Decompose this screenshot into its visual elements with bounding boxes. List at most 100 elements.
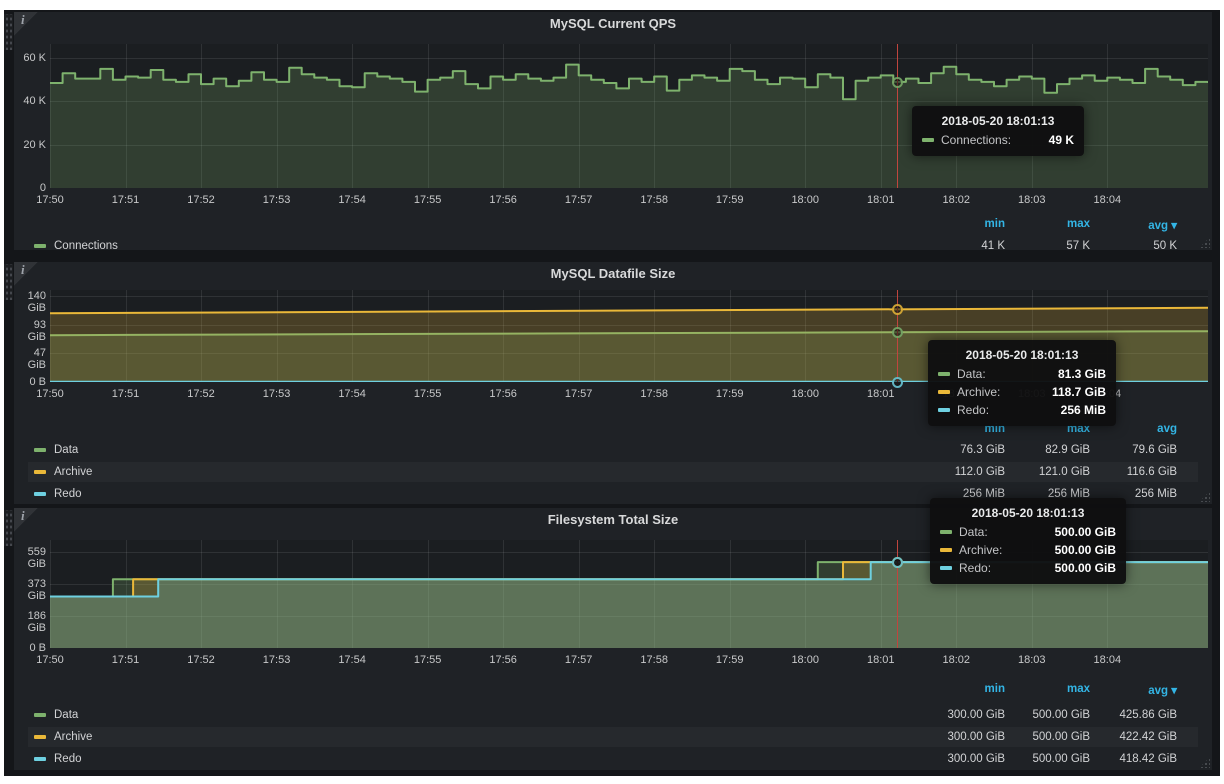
legend-series-name[interactable]: Redo <box>54 749 82 769</box>
x-axis-tick-label: 18:00 <box>783 194 827 206</box>
x-axis-tick-label: 17:59 <box>708 654 752 666</box>
y-axis-tick-label: 0 B <box>14 642 46 654</box>
x-axis-tick-label: 17:52 <box>179 654 223 666</box>
series-color-dash <box>940 548 952 552</box>
series-color-dash[interactable] <box>34 713 46 717</box>
series-color-dash[interactable] <box>34 735 46 739</box>
x-axis-tick-label: 17:58 <box>632 388 676 400</box>
legend-stat-value: 82.9 GiB <box>1000 440 1090 460</box>
x-axis-tick-label: 17:52 <box>179 194 223 206</box>
panel-resize-handle[interactable] <box>1199 757 1210 768</box>
y-axis-tick-label: 40 K <box>14 95 46 107</box>
legend-row: Redo300.00 GiB500.00 GiB418.42 GiB <box>28 749 1198 769</box>
legend-stat-value: 79.6 GiB <box>1087 440 1177 460</box>
panel-title[interactable]: MySQL Current QPS <box>14 16 1212 31</box>
x-axis-tick-label: 17:50 <box>28 388 72 400</box>
tooltip-series-value: 500.00 GiB <box>1039 525 1116 539</box>
row-drag-handle[interactable] <box>4 264 13 300</box>
series-color-dash[interactable] <box>34 448 46 452</box>
x-axis-tick-label: 17:54 <box>330 654 374 666</box>
hover-point-ring <box>892 377 903 388</box>
y-axis-tick-label: 60 K <box>14 52 46 64</box>
x-axis-tick-label: 18:02 <box>934 194 978 206</box>
legend-column-avg-sort[interactable]: avg ▾ <box>1087 218 1177 232</box>
legend-stat-value: 121.0 GiB <box>1000 462 1090 482</box>
series-color-dash[interactable] <box>34 470 46 474</box>
tooltip-series-value: 500.00 GiB <box>1039 561 1116 575</box>
x-axis-tick-label: 18:02 <box>934 654 978 666</box>
series-color-dash <box>922 138 934 142</box>
legend-series-name[interactable]: Connections <box>54 236 118 256</box>
y-axis-tick-label: 559 GiB <box>14 546 46 570</box>
legend-row: Archive112.0 GiB121.0 GiB116.6 GiB <box>28 462 1198 482</box>
legend-series-name[interactable]: Archive <box>54 462 92 482</box>
x-axis-tick-label: 17:50 <box>28 194 72 206</box>
x-axis-tick-label: 17:58 <box>632 194 676 206</box>
legend-column-avg-sort[interactable]: avg ▾ <box>1087 683 1177 697</box>
panel-title[interactable]: MySQL Datafile Size <box>14 266 1212 281</box>
legend-series-name[interactable]: Archive <box>54 727 92 747</box>
tooltip-row: Redo: 256 MiB <box>938 403 1106 417</box>
legend-stat-value: 116.6 GiB <box>1087 462 1177 482</box>
legend-column-max[interactable]: max <box>1000 683 1090 695</box>
tooltip-series-value: 256 MiB <box>1045 403 1106 417</box>
series-color-dash <box>938 408 950 412</box>
series-color-dash[interactable] <box>34 757 46 761</box>
panel-resize-handle[interactable] <box>1199 237 1210 248</box>
x-axis-tick-label: 17:57 <box>557 194 601 206</box>
grafana-dashboard: i MySQL Current QPS 020 K40 K60 K17:5017… <box>4 10 1220 776</box>
legend-column-min[interactable]: min <box>915 683 1005 695</box>
panel-resize-handle[interactable] <box>1199 491 1210 502</box>
legend-row: Data76.3 GiB82.9 GiB79.6 GiB <box>28 440 1198 460</box>
tooltip-series-value: 500.00 GiB <box>1039 543 1116 557</box>
tooltip-series-value: 118.7 GiB <box>1036 385 1106 399</box>
panel-info-icon[interactable]: i <box>14 508 40 534</box>
x-axis-tick-label: 17:53 <box>255 194 299 206</box>
tooltip-row: Data: 500.00 GiB <box>940 525 1116 539</box>
legend-stat-value: 50 K <box>1087 236 1177 256</box>
x-axis-tick-label: 17:55 <box>406 194 450 206</box>
x-axis-tick-label: 17:55 <box>406 654 450 666</box>
legend-row: Connections41 K57 K50 K <box>28 236 1198 256</box>
y-axis-tick-label: 0 B <box>14 376 46 388</box>
row-drag-handle[interactable] <box>4 510 13 546</box>
tooltip-row: Redo: 500.00 GiB <box>940 561 1116 575</box>
legend-stat-value: 500.00 GiB <box>1000 727 1090 747</box>
x-axis-tick-label: 18:01 <box>859 194 903 206</box>
legend-series-name[interactable]: Data <box>54 705 78 725</box>
screenshot-frame: i MySQL Current QPS 020 K40 K60 K17:5017… <box>0 0 1224 784</box>
legend-column-max[interactable]: max <box>1000 218 1090 230</box>
x-axis-tick-label: 18:00 <box>783 388 827 400</box>
legend-column-min[interactable]: min <box>915 218 1005 230</box>
panel-info-icon[interactable]: i <box>14 262 40 288</box>
x-axis-tick-label: 18:03 <box>1010 194 1054 206</box>
x-axis-tick-label: 17:54 <box>330 194 374 206</box>
legend-series-name[interactable]: Redo <box>54 484 82 504</box>
series-color-dash <box>940 566 952 570</box>
x-axis-tick-label: 17:52 <box>179 388 223 400</box>
tooltip-series-label: Redo: <box>959 561 991 575</box>
legend-stat-value: 500.00 GiB <box>1000 705 1090 725</box>
legend-stat-value: 300.00 GiB <box>915 705 1005 725</box>
series-color-dash[interactable] <box>34 492 46 496</box>
legend-stat-value: 57 K <box>1000 236 1090 256</box>
tooltip-series-label: Archive: <box>957 385 1000 399</box>
tooltip-row: Archive: 118.7 GiB <box>938 385 1106 399</box>
series-color-dash[interactable] <box>34 244 46 248</box>
legend-stat-value: 300.00 GiB <box>915 749 1005 769</box>
tooltip-series-label: Data: <box>957 367 986 381</box>
x-axis-tick-label: 17:58 <box>632 654 676 666</box>
series-color-dash <box>938 372 950 376</box>
tooltip-row: Archive: 500.00 GiB <box>940 543 1116 557</box>
row-drag-handle[interactable] <box>4 14 13 50</box>
x-axis-tick-label: 17:53 <box>255 654 299 666</box>
legend-stat-value: 500.00 GiB <box>1000 749 1090 769</box>
tooltip-series-value: 49 K <box>1033 133 1074 147</box>
legend-series-name[interactable]: Data <box>54 440 78 460</box>
x-axis-tick-label: 18:04 <box>1085 654 1129 666</box>
panel-info-icon[interactable]: i <box>14 12 40 38</box>
y-axis-tick-label: 140 GiB <box>14 290 46 314</box>
legend-row: Archive300.00 GiB500.00 GiB422.42 GiB <box>28 727 1198 747</box>
tooltip-timestamp: 2018-05-20 18:01:13 <box>938 348 1106 362</box>
tooltip-row: Connections: 49 K <box>922 133 1074 147</box>
